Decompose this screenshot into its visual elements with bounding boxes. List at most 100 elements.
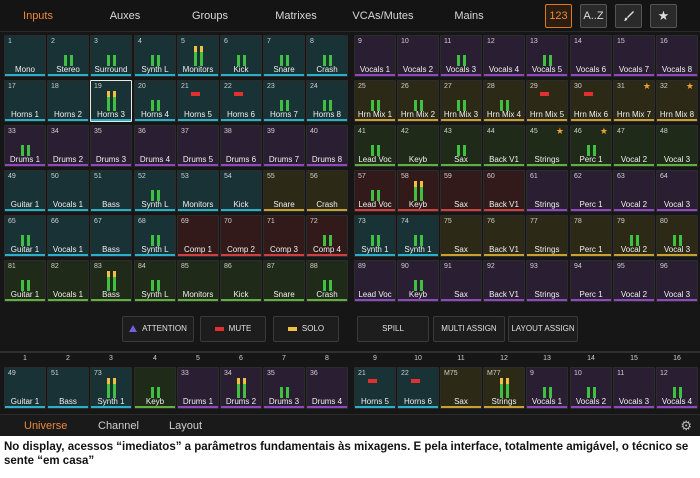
- channel-strip[interactable]: 9 Vocals 1: [354, 35, 396, 77]
- channel-strip[interactable]: 45 ★ Strings: [526, 125, 568, 167]
- channel-strip[interactable]: 96 Vocal 3: [656, 260, 698, 302]
- channel-strip[interactable]: 80 Vocal 3: [656, 215, 698, 257]
- tab-matrixes[interactable]: Matrixes: [266, 0, 326, 32]
- channel-strip[interactable]: 23 Horns 7: [263, 80, 305, 122]
- channel-strip[interactable]: 58 Keyb: [397, 170, 439, 212]
- channel-strip[interactable]: 61 Strings: [526, 170, 568, 212]
- channel-strip[interactable]: 78 Perc 1: [570, 215, 612, 257]
- channel-strip[interactable]: 79 Vocal 2: [613, 215, 655, 257]
- channel-strip[interactable]: 42 Keyb: [397, 125, 439, 167]
- channel-strip[interactable]: 10 Vocals 2: [397, 35, 439, 77]
- channel-strip[interactable]: 10 Vocals 2: [570, 367, 612, 409]
- star-icon[interactable]: ★: [650, 4, 677, 28]
- channel-strip[interactable]: 36 Drums 4: [134, 125, 176, 167]
- channel-strip[interactable]: 73 Synth 1: [354, 215, 396, 257]
- channel-strip[interactable]: 48 Vocal 3: [656, 125, 698, 167]
- channel-strip[interactable]: 20 Horns 4: [134, 80, 176, 122]
- channel-strip[interactable]: 12 Vocals 4: [483, 35, 525, 77]
- channel-strip[interactable]: 22 Horns 6: [220, 80, 262, 122]
- channel-strip[interactable]: 76 Back V1: [483, 215, 525, 257]
- tab-mains[interactable]: Mains: [440, 0, 498, 32]
- channel-strip[interactable]: 39 Drums 7: [263, 125, 305, 167]
- channel-strip[interactable]: 57 Lead Voc: [354, 170, 396, 212]
- tab-auxes[interactable]: Auxes: [95, 0, 155, 32]
- channel-strip[interactable]: 82 Vocals 1: [47, 260, 89, 302]
- channel-strip[interactable]: 40 Drums 8: [306, 125, 348, 167]
- channel-strip[interactable]: 29 Hrn Mix 5: [526, 80, 568, 122]
- channel-strip[interactable]: 93 Strings: [526, 260, 568, 302]
- channel-strip[interactable]: 51 Bass: [90, 170, 132, 212]
- channel-strip[interactable]: 11 Vocals 3: [440, 35, 482, 77]
- brush-icon[interactable]: [615, 4, 642, 28]
- channel-strip[interactable]: 38 Drums 6: [220, 125, 262, 167]
- channel-strip[interactable]: 17 Horns 1: [4, 80, 46, 122]
- channel-strip[interactable]: 46 ★ Perc 1: [570, 125, 612, 167]
- channel-strip[interactable]: 16 Vocals 8: [656, 35, 698, 77]
- channel-strip[interactable]: 88 Crash: [306, 260, 348, 302]
- channel-strip[interactable]: 70 Comp 2: [220, 215, 262, 257]
- channel-strip[interactable]: 50 Vocals 1: [47, 170, 89, 212]
- channel-strip[interactable]: 49 Guitar 1: [4, 367, 46, 409]
- numeric-sort-button[interactable]: 123: [545, 4, 572, 28]
- mute-button[interactable]: MUTE: [200, 316, 266, 342]
- channel-strip[interactable]: 56 Crash: [306, 170, 348, 212]
- channel-strip[interactable]: 33 Drums 1: [4, 125, 46, 167]
- alpha-sort-button[interactable]: A..Z: [580, 4, 607, 28]
- channel-strip[interactable]: 43 Sax: [440, 125, 482, 167]
- channel-strip[interactable]: 55 Snare: [263, 170, 305, 212]
- channel-strip[interactable]: 69 Comp 1: [177, 215, 219, 257]
- channel-strip[interactable]: 34 Drums 2: [220, 367, 262, 409]
- channel-strip[interactable]: 68 Synth L: [134, 215, 176, 257]
- tab-layout[interactable]: Layout: [169, 415, 202, 436]
- tab-vcas-mutes[interactable]: VCAs/Mutes: [349, 0, 417, 32]
- channel-strip[interactable]: 54 Kick: [220, 170, 262, 212]
- channel-strip[interactable]: 37 Drums 5: [177, 125, 219, 167]
- channel-strip[interactable]: 36 Drums 4: [306, 367, 348, 409]
- multi-assign-button[interactable]: MULTI ASSIGN: [433, 316, 505, 342]
- channel-strip[interactable]: 7 Snare: [263, 35, 305, 77]
- channel-strip[interactable]: 22 Horns 6: [397, 367, 439, 409]
- channel-strip[interactable]: 89 Lead Voc: [354, 260, 396, 302]
- channel-strip[interactable]: 21 Horns 5: [177, 80, 219, 122]
- channel-strip[interactable]: 81 Guitar 1: [4, 260, 46, 302]
- channel-strip[interactable]: 1 Mono: [4, 35, 46, 77]
- channel-strip[interactable]: 77 Strings: [526, 215, 568, 257]
- channel-strip[interactable]: 35 Drums 3: [263, 367, 305, 409]
- spill-button[interactable]: SPILL: [357, 316, 429, 342]
- channel-strip[interactable]: 60 Back V1: [483, 170, 525, 212]
- channel-strip[interactable]: M75 Sax: [440, 367, 482, 409]
- channel-strip[interactable]: 91 Sax: [440, 260, 482, 302]
- channel-strip[interactable]: 71 Comp 3: [263, 215, 305, 257]
- channel-strip[interactable]: 95 Vocal 2: [613, 260, 655, 302]
- channel-strip[interactable]: 67 Bass: [90, 215, 132, 257]
- channel-strip[interactable]: 11 Vocals 3: [613, 367, 655, 409]
- channel-strip[interactable]: 35 Drums 3: [90, 125, 132, 167]
- channel-strip[interactable]: 19 Horns 3: [90, 80, 132, 122]
- channel-strip[interactable]: 28 Hrn Mix 4: [483, 80, 525, 122]
- channel-strip[interactable]: 8 Crash: [306, 35, 348, 77]
- channel-strip[interactable]: 84 Synth L: [134, 260, 176, 302]
- tab-inputs[interactable]: Inputs: [8, 0, 68, 32]
- channel-strip[interactable]: 75 Sax: [440, 215, 482, 257]
- channel-strip[interactable]: 13 Vocals 5: [526, 35, 568, 77]
- channel-strip[interactable]: 72 Comp 4: [306, 215, 348, 257]
- channel-strip[interactable]: 62 Perc 1: [570, 170, 612, 212]
- channel-strip[interactable]: 32 ★ Hrn Mix 8: [656, 80, 698, 122]
- channel-strip[interactable]: 9 Vocals 1: [526, 367, 568, 409]
- channel-strip[interactable]: 3 Surround: [90, 35, 132, 77]
- channel-strip[interactable]: 66 Vocals 1: [47, 215, 89, 257]
- solo-button[interactable]: SOLO: [273, 316, 339, 342]
- channel-strip[interactable]: 5 Monitors: [177, 35, 219, 77]
- channel-strip[interactable]: 6 Kick: [220, 35, 262, 77]
- channel-strip[interactable]: 94 Perc 1: [570, 260, 612, 302]
- channel-strip[interactable]: 27 Hrn Mix 3: [440, 80, 482, 122]
- channel-strip[interactable]: 31 ★ Hrn Mix 7: [613, 80, 655, 122]
- channel-strip[interactable]: 14 Vocals 6: [570, 35, 612, 77]
- channel-strip[interactable]: 92 Back V1: [483, 260, 525, 302]
- channel-strip[interactable]: 4 Synth L: [134, 35, 176, 77]
- channel-strip[interactable]: 87 Snare: [263, 260, 305, 302]
- channel-strip[interactable]: 85 Monitors: [177, 260, 219, 302]
- attention-button[interactable]: ATTENTION: [122, 316, 194, 342]
- channel-strip[interactable]: 74 Synth 1: [397, 215, 439, 257]
- channel-strip[interactable]: 59 Sax: [440, 170, 482, 212]
